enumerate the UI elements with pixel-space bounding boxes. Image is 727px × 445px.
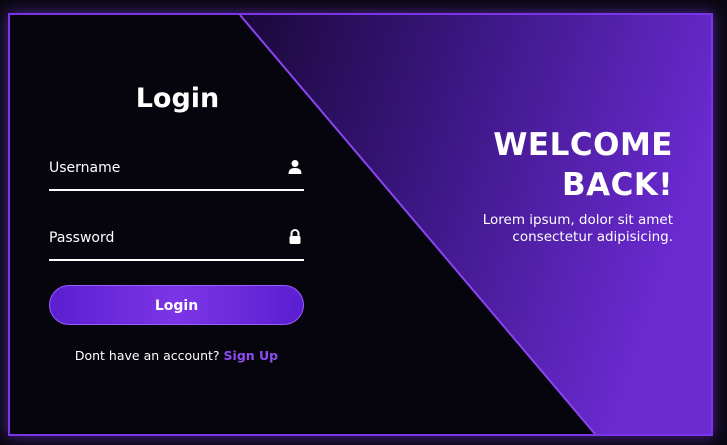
welcome-line-1: WELCOME [493, 127, 673, 163]
username-label: Username [49, 160, 121, 176]
welcome-line-2: BACK! [561, 167, 673, 203]
username-field[interactable]: Username [49, 149, 304, 191]
user-icon [288, 159, 302, 175]
welcome-text: Lorem ipsum, dolor sit amet consectetur … [482, 212, 673, 245]
login-button[interactable]: Login [49, 285, 304, 325]
login-title: Login [135, 83, 220, 114]
signup-prompt: Dont have an account? [74, 348, 220, 363]
signup-link[interactable]: Sign Up [224, 348, 279, 363]
signup-prompt-line: Dont have an account? Sign Up [49, 347, 304, 365]
welcome-heading: WELCOME BACK! [433, 125, 673, 205]
lock-icon [288, 229, 302, 245]
login-card: Login Username Password Login Dont have … [8, 13, 713, 436]
password-label: Password [49, 230, 115, 246]
password-field[interactable]: Password [49, 219, 304, 261]
